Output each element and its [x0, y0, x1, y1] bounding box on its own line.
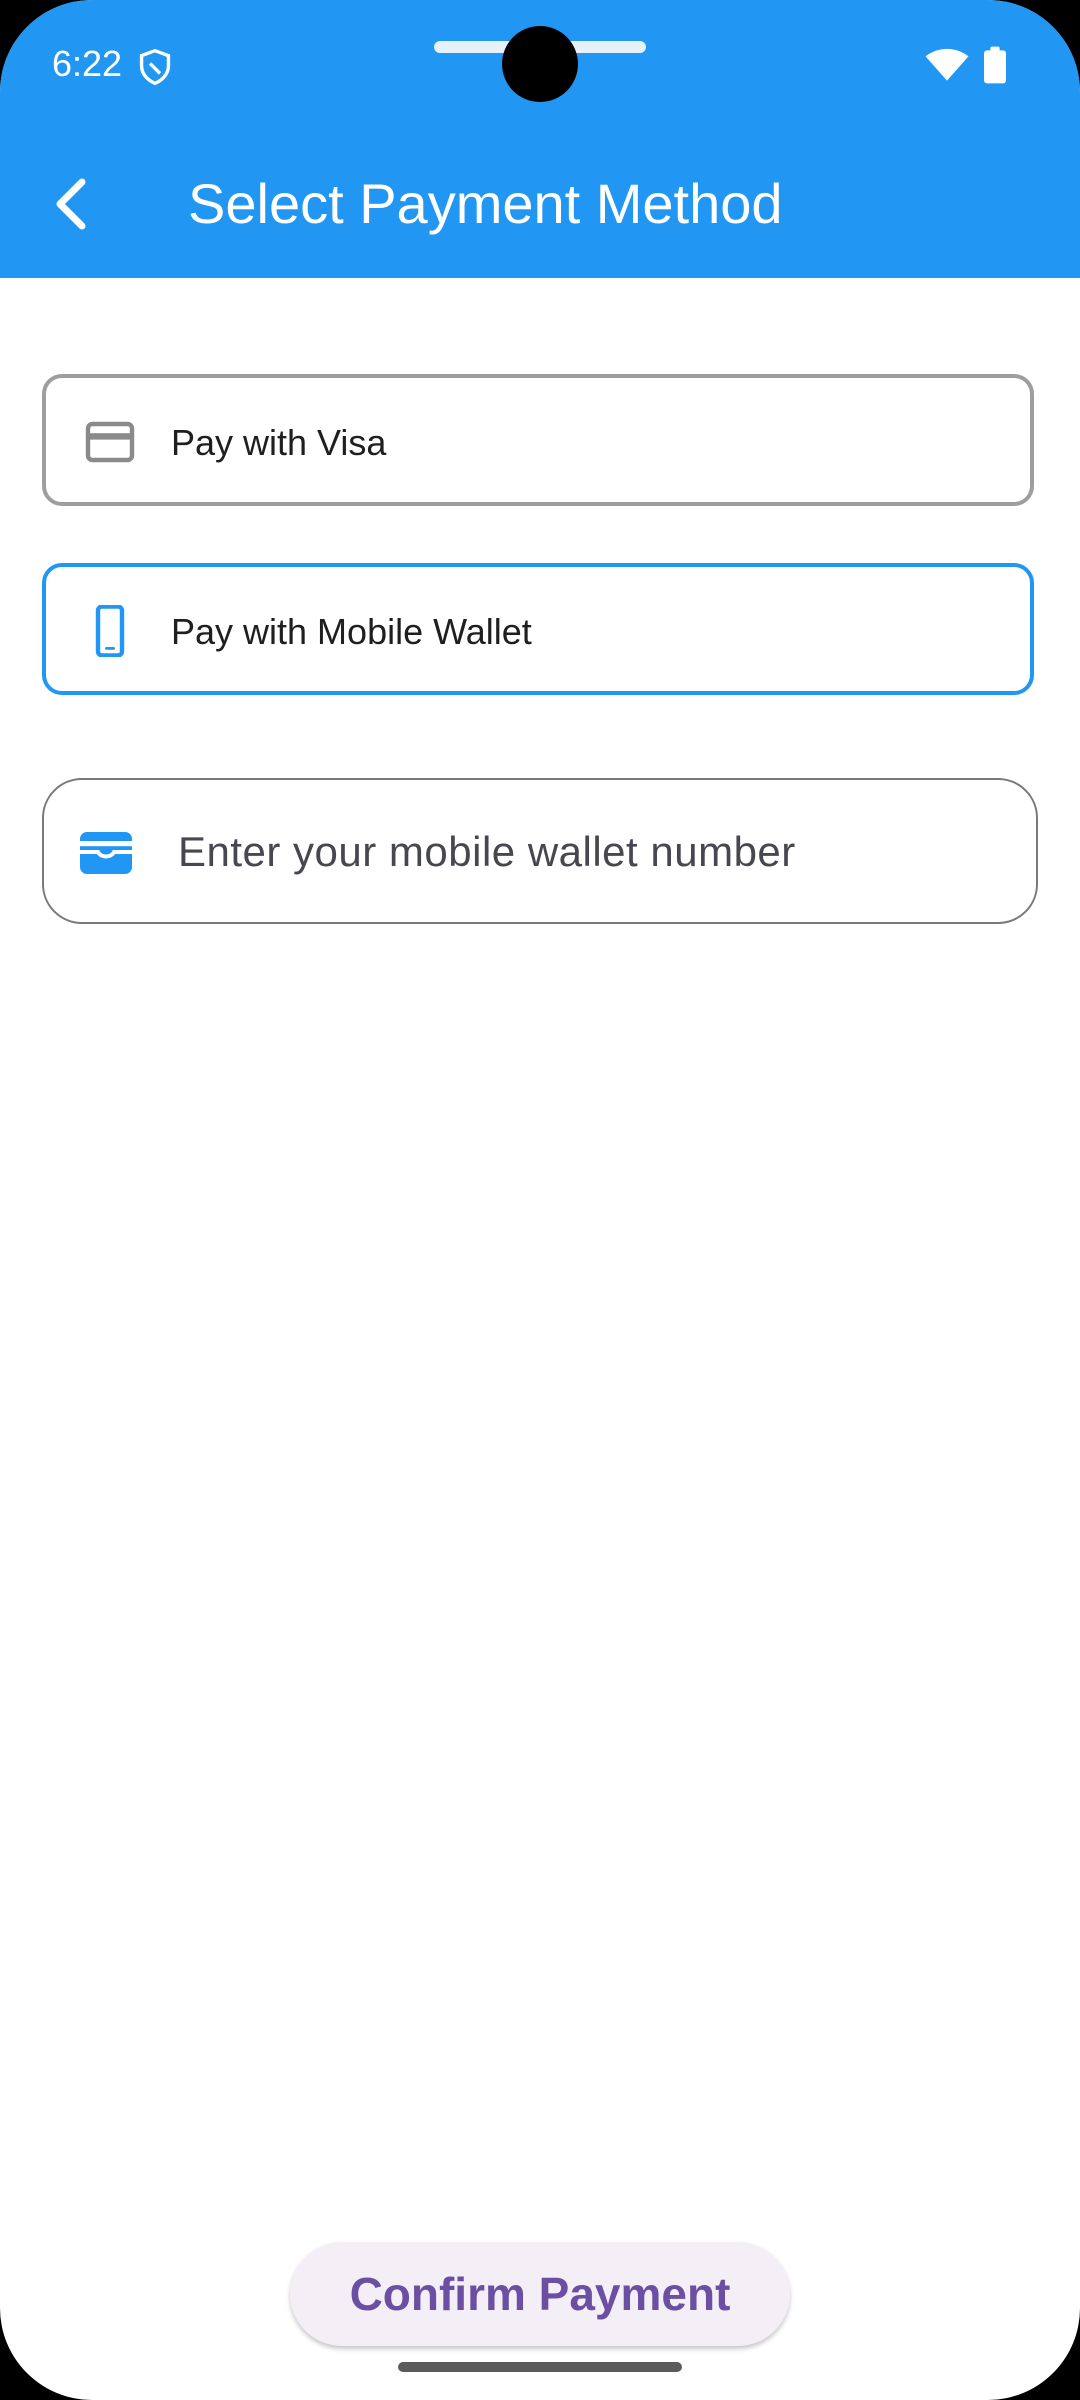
page-title: Select Payment Method	[188, 172, 783, 235]
app-bar: 6:22 Select Payment Method	[0, 0, 1080, 278]
credit-card-icon	[85, 421, 135, 463]
home-indicator[interactable]	[398, 2362, 682, 2372]
visa-option-label: Pay with Visa	[171, 422, 387, 463]
back-button[interactable]	[40, 166, 104, 242]
screen: 6:22 Select Payment Method Pay with Visa	[0, 0, 1080, 2400]
wallet-icon	[80, 832, 132, 874]
mobile-wallet-number-field[interactable]	[42, 778, 1038, 924]
mobile-wallet-number-input[interactable]	[178, 816, 998, 888]
pay-with-visa-option[interactable]: Pay with Visa	[42, 374, 1034, 506]
wifi-icon	[925, 48, 969, 81]
shield-icon	[139, 48, 171, 86]
battery-icon	[984, 46, 1006, 84]
camera-cutout	[502, 26, 578, 102]
mobile-wallet-option-label: Pay with Mobile Wallet	[171, 611, 532, 652]
confirm-payment-button[interactable]: Confirm Payment	[290, 2242, 790, 2346]
pay-with-mobile-wallet-option[interactable]: Pay with Mobile Wallet	[42, 563, 1034, 695]
smartphone-icon	[95, 605, 125, 657]
status-time: 6:22	[52, 43, 123, 84]
chevron-left-icon	[56, 178, 86, 230]
